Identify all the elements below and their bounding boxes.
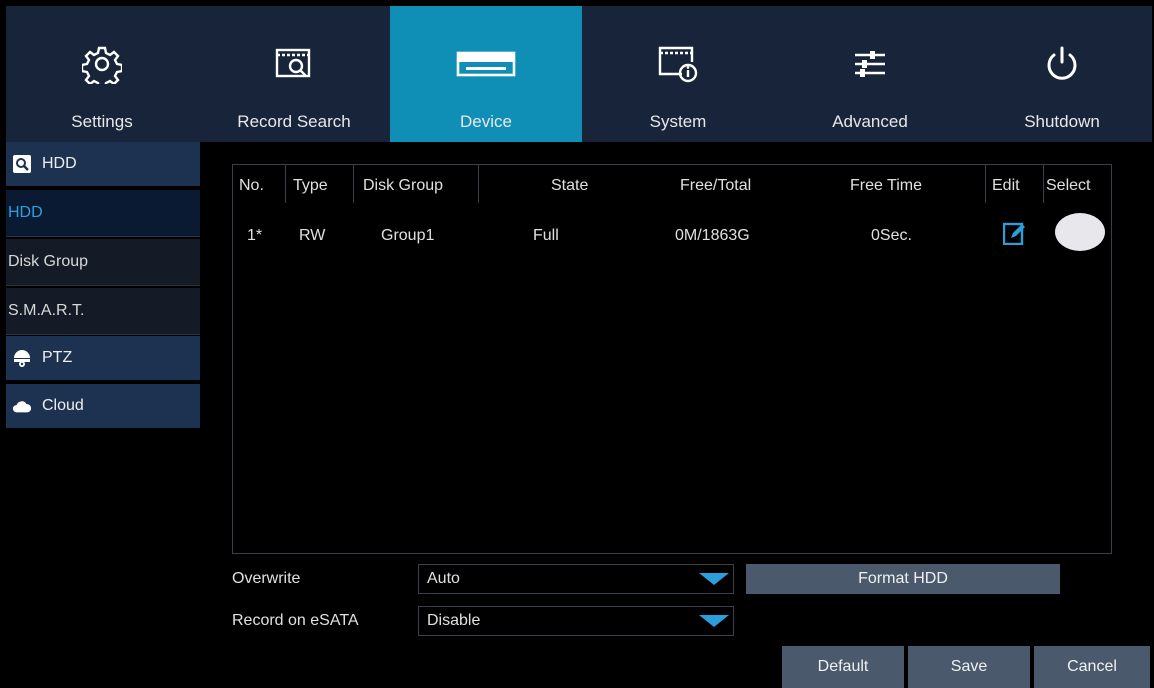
tab-system-label: System bbox=[649, 112, 707, 131]
tab-advanced-label: Advanced bbox=[832, 112, 908, 131]
cell-disk-group: Group1 bbox=[381, 227, 435, 244]
edit-icon[interactable] bbox=[1002, 221, 1027, 246]
overwrite-dropdown[interactable]: Auto bbox=[418, 564, 734, 594]
esata-dropdown[interactable]: Disable bbox=[418, 606, 734, 636]
column-header-disk-group: Disk Group bbox=[363, 177, 444, 194]
gear-icon bbox=[6, 40, 198, 88]
sidebar-item-disk-group-label: Disk Group bbox=[8, 253, 89, 270]
column-header-free-total: Free/Total bbox=[680, 177, 752, 194]
tab-advanced[interactable]: Advanced bbox=[774, 6, 966, 142]
column-header-free-time: Free Time bbox=[850, 177, 923, 194]
column-header-no: No. bbox=[239, 177, 264, 194]
main-panel: No. Type Disk Group State Free/Total Fre… bbox=[204, 142, 1150, 688]
sidebar-item-hdd-label: HDD bbox=[8, 204, 43, 221]
cell-state: Full bbox=[533, 227, 559, 244]
tab-system[interactable]: System bbox=[582, 6, 774, 142]
cell-free-time: 0Sec. bbox=[871, 227, 912, 244]
tab-device[interactable]: Device bbox=[390, 6, 582, 142]
tab-record-search-label: Record Search bbox=[237, 112, 351, 131]
sidebar-header-cloud[interactable]: Cloud bbox=[6, 384, 200, 428]
cloud-icon bbox=[12, 396, 32, 416]
top-navigation-bar: Settings Record Search Device System Adv… bbox=[6, 6, 1152, 142]
hdd-table: No. Type Disk Group State Free/Total Fre… bbox=[232, 164, 1112, 554]
default-button[interactable]: Default bbox=[782, 646, 904, 688]
cell-no: 1* bbox=[247, 227, 263, 244]
sidebar-item-smart-label: S.M.A.R.T. bbox=[8, 302, 85, 319]
column-separator bbox=[353, 165, 354, 203]
overwrite-value: Auto bbox=[427, 570, 460, 587]
tab-device-label: Device bbox=[460, 112, 512, 131]
sidebar-header-ptz-label: PTZ bbox=[42, 349, 73, 366]
esata-label: Record on eSATA bbox=[232, 612, 359, 629]
tab-shutdown-label: Shutdown bbox=[1024, 112, 1100, 131]
cell-free-total: 0M/1863G bbox=[675, 227, 750, 244]
tab-settings-label: Settings bbox=[71, 112, 133, 131]
chevron-down-icon[interactable] bbox=[697, 567, 731, 591]
column-separator bbox=[1043, 165, 1044, 203]
sidebar-item-disk-group[interactable]: Disk Group bbox=[6, 239, 200, 286]
power-icon bbox=[966, 40, 1154, 88]
column-header-type: Type bbox=[293, 177, 328, 194]
record-search-icon bbox=[198, 40, 390, 88]
save-button[interactable]: Save bbox=[908, 646, 1030, 688]
tab-shutdown[interactable]: Shutdown bbox=[966, 6, 1154, 142]
hdd-search-icon bbox=[12, 154, 32, 174]
cell-type: RW bbox=[299, 227, 326, 244]
column-header-edit: Edit bbox=[992, 177, 1020, 194]
column-separator bbox=[478, 165, 479, 203]
column-separator bbox=[285, 165, 286, 203]
overwrite-label: Overwrite bbox=[232, 570, 301, 587]
cancel-button[interactable]: Cancel bbox=[1034, 646, 1150, 688]
sidebar-item-smart[interactable]: S.M.A.R.T. bbox=[6, 288, 200, 335]
ptz-camera-icon bbox=[12, 348, 32, 368]
sidebar-header-cloud-label: Cloud bbox=[42, 397, 84, 414]
sidebar-header-hdd-label: HDD bbox=[42, 155, 77, 172]
sidebar: HDD HDD Disk Group S.M.A.R.T. PTZ Cloud bbox=[6, 142, 200, 688]
esata-value: Disable bbox=[427, 612, 481, 629]
sidebar-header-ptz[interactable]: PTZ bbox=[6, 336, 200, 380]
column-header-state: State bbox=[551, 177, 589, 194]
tab-record-search[interactable]: Record Search bbox=[198, 6, 390, 142]
sidebar-item-hdd[interactable]: HDD bbox=[6, 190, 200, 237]
system-info-icon bbox=[582, 40, 774, 88]
sidebar-header-hdd[interactable]: HDD bbox=[6, 142, 200, 186]
chevron-down-icon[interactable] bbox=[697, 609, 731, 633]
sliders-icon bbox=[774, 40, 966, 88]
select-toggle[interactable] bbox=[1055, 213, 1105, 251]
hdd-device-icon bbox=[390, 40, 582, 88]
tab-settings[interactable]: Settings bbox=[6, 6, 198, 142]
column-separator bbox=[985, 165, 986, 203]
format-hdd-button[interactable]: Format HDD bbox=[746, 564, 1060, 594]
column-header-select: Select bbox=[1046, 177, 1091, 194]
